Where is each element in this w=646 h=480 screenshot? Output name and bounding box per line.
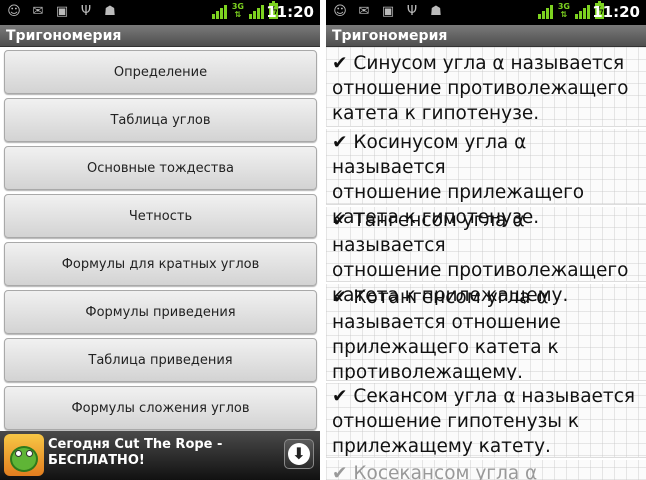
menu-button-reduction-table[interactable]: Таблица приведения bbox=[4, 338, 317, 382]
definition-sine: ✔ Синусом угла α называется отношение пр… bbox=[326, 47, 646, 126]
check-icon: ✔ bbox=[332, 53, 348, 74]
definition-line: отношение противолежащего bbox=[332, 260, 629, 281]
definition-line: Косинусом угла α называется bbox=[332, 132, 527, 178]
network-3g-icon: 3G ⇅ bbox=[557, 2, 570, 19]
check-icon: ✔ bbox=[332, 132, 348, 153]
definition-line: прилежащего катета к bbox=[332, 337, 559, 358]
usb-icon: Ψ bbox=[80, 4, 92, 19]
clock: 11:20 bbox=[592, 3, 640, 21]
lock-icon: ▣ bbox=[55, 4, 69, 19]
check-icon: ✔ bbox=[332, 210, 348, 231]
app-title: Тригономерия bbox=[326, 25, 646, 47]
android-icon: ☗ bbox=[430, 4, 442, 19]
left-screen: ☺ ✉ ▣ Ψ ☗ 3G ⇅ ϟ 11:20 Тригономерия Опре… bbox=[0, 0, 320, 480]
definition-line: отношение гипотенузы к bbox=[332, 411, 580, 432]
definition-line: отношение прилежащего bbox=[332, 182, 585, 203]
menu-list: Определение Таблица углов Основные тожде… bbox=[0, 47, 320, 431]
ad-line-2: БЕСПЛАТНО! bbox=[48, 453, 145, 468]
menu-button-parity[interactable]: Четность bbox=[4, 194, 317, 238]
app-title: Тригономерия bbox=[0, 25, 320, 47]
right-screen: ☺ ✉ ▣ Ψ ☗ 3G ⇅ ϟ 11:20 Тригономерия ✔ Си… bbox=[326, 0, 646, 480]
definition-line: Котангенсом угла α bbox=[353, 287, 549, 308]
definition-cotangent: ✔ Котангенсом угла α называется отношени… bbox=[326, 281, 646, 385]
definitions-list[interactable]: ✔ Синусом угла α называется отношение пр… bbox=[326, 47, 646, 480]
ad-line-1: Сегодня Cut The Rope - bbox=[48, 437, 223, 452]
network-3g-icon: 3G ⇅ bbox=[231, 2, 244, 19]
menu-button-definition[interactable]: Определение bbox=[4, 50, 317, 94]
definition-line: Косекансом угла α bbox=[353, 463, 538, 480]
lock-icon: ▣ bbox=[381, 4, 395, 19]
definition-line: отношение противолежащего bbox=[332, 78, 629, 99]
menu-button-reduction-formulas[interactable]: Формулы приведения bbox=[4, 290, 317, 334]
clock: 11:20 bbox=[266, 3, 314, 21]
download-icon: ⬇ bbox=[288, 443, 310, 465]
menu-button-addition-formulas[interactable]: Формулы сложения углов bbox=[4, 386, 317, 430]
download-button[interactable]: ⬇ bbox=[284, 439, 314, 469]
definition-line: называется отношение bbox=[332, 312, 561, 333]
menu-button-multiple-angles[interactable]: Формулы для кратных углов bbox=[4, 242, 317, 286]
definition-line: прилежащему катету. bbox=[332, 436, 551, 457]
smiley-icon: ☺ bbox=[333, 4, 347, 19]
definition-line: Секансом угла α называется bbox=[353, 386, 635, 407]
signal-icon bbox=[537, 3, 553, 19]
definition-secant: ✔ Секансом угла α называется отношение г… bbox=[326, 380, 646, 459]
mail-icon: ✉ bbox=[32, 4, 44, 19]
menu-button-identities[interactable]: Основные тождества bbox=[4, 146, 317, 190]
definition-cosecant: ✔ Косекансом угла α bbox=[326, 457, 646, 480]
cut-the-rope-icon bbox=[4, 434, 44, 476]
ad-text: Сегодня Cut The Rope - БЕСПЛАТНО! bbox=[48, 437, 276, 469]
definition-line: Синусом угла α называется bbox=[353, 53, 625, 74]
ad-banner[interactable]: Сегодня Cut The Rope - БЕСПЛАТНО! ⬇ bbox=[0, 431, 320, 480]
signal-icon bbox=[249, 3, 264, 19]
check-icon: ✔ bbox=[332, 463, 348, 480]
definition-line: Тангенсом угла α называется bbox=[332, 210, 525, 256]
smiley-icon: ☺ bbox=[7, 4, 21, 19]
android-icon: ☗ bbox=[104, 4, 116, 19]
signal-icon bbox=[211, 3, 227, 19]
menu-button-angle-table[interactable]: Таблица углов bbox=[4, 98, 317, 142]
definition-line: катета к гипотенузе. bbox=[332, 103, 540, 124]
usb-icon: Ψ bbox=[406, 4, 418, 19]
status-bar: ☺ ✉ ▣ Ψ ☗ 3G ⇅ ϟ 11:20 bbox=[326, 0, 646, 25]
signal-icon bbox=[575, 3, 590, 19]
mail-icon: ✉ bbox=[358, 4, 370, 19]
status-bar: ☺ ✉ ▣ Ψ ☗ 3G ⇅ ϟ 11:20 bbox=[0, 0, 320, 25]
check-icon: ✔ bbox=[332, 287, 348, 308]
check-icon: ✔ bbox=[332, 386, 348, 407]
